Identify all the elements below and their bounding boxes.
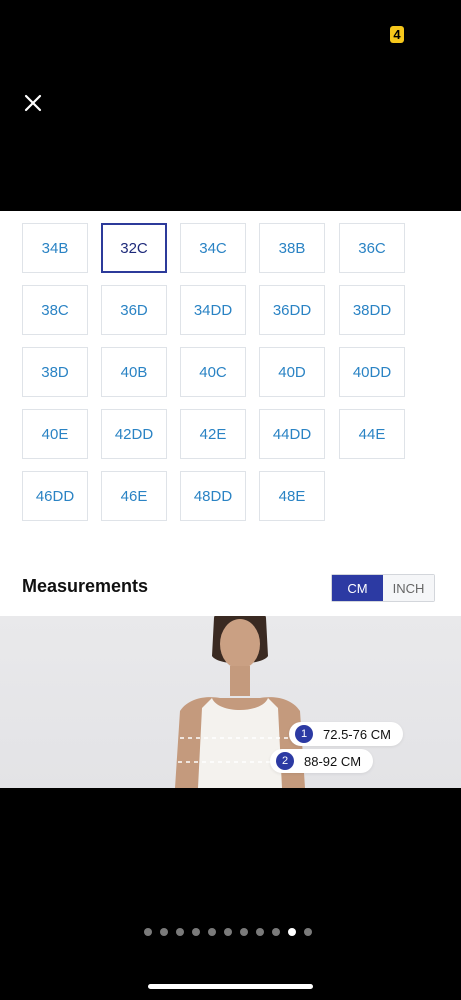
measurement-label-2: 2 88-92 CM (270, 749, 374, 773)
size-option-34c[interactable]: 34C (180, 223, 246, 273)
size-option-48e[interactable]: 48E (259, 471, 325, 521)
size-option-46e[interactable]: 46E (101, 471, 167, 521)
measurement-number-2: 2 (276, 752, 294, 770)
size-option-48dd[interactable]: 48DD (180, 471, 246, 521)
size-option-40e[interactable]: 40E (22, 409, 88, 459)
size-panel: 34B 32C 34C 38B 36C 38C 36D 34DD 36DD 38DD 38D 40B 4… (0, 211, 461, 616)
size-option-38b[interactable]: 38B (259, 223, 325, 273)
measurement-value-2: 88-92 CM (304, 753, 362, 769)
top-bar: 4 (0, 0, 461, 211)
page-indicator (144, 928, 312, 936)
page-dot[interactable] (144, 928, 152, 936)
size-option-36c[interactable]: 36C (339, 223, 405, 273)
size-option-38dd[interactable]: 38DD (339, 285, 405, 335)
size-option-42e[interactable]: 42E (180, 409, 246, 459)
page-dot[interactable] (256, 928, 264, 936)
size-option-44dd[interactable]: 44DD (259, 409, 325, 459)
size-option-40dd[interactable]: 40DD (339, 347, 405, 397)
size-option-34dd[interactable]: 34DD (180, 285, 246, 335)
size-option-42dd[interactable]: 42DD (101, 409, 167, 459)
close-button[interactable] (22, 92, 44, 114)
measurement-label-1: 1 72.5-76 CM (289, 722, 403, 746)
size-option-38d[interactable]: 38D (22, 347, 88, 397)
page-dot[interactable] (224, 928, 232, 936)
page-dot[interactable] (192, 928, 200, 936)
page-dot[interactable] (208, 928, 216, 936)
page-dot[interactable] (240, 928, 248, 936)
page-dot[interactable] (288, 928, 296, 936)
size-option-40c[interactable]: 40C (180, 347, 246, 397)
size-option-36d[interactable]: 36D (101, 285, 167, 335)
unit-inch-button[interactable]: INCH (383, 575, 434, 601)
page-dot[interactable] (304, 928, 312, 936)
model-photo: 1 72.5-76 CM 2 88-92 CM (0, 616, 461, 788)
size-option-32c[interactable]: 32C (101, 223, 167, 273)
page-dot[interactable] (176, 928, 184, 936)
size-option-40b[interactable]: 40B (101, 347, 167, 397)
size-option-38c[interactable]: 38C (22, 285, 88, 335)
size-option-36dd[interactable]: 36DD (259, 285, 325, 335)
size-option-44e[interactable]: 44E (339, 409, 405, 459)
unit-toggle: CM INCH (331, 574, 435, 602)
size-option-46dd[interactable]: 46DD (22, 471, 88, 521)
size-option-34b[interactable]: 34B (22, 223, 88, 273)
measurement-value-1: 72.5-76 CM (323, 726, 391, 742)
notification-badge: 4 (390, 26, 404, 43)
page-dot[interactable] (272, 928, 280, 936)
size-option-40d[interactable]: 40D (259, 347, 325, 397)
home-indicator (148, 984, 313, 989)
measurement-number-1: 1 (295, 725, 313, 743)
unit-cm-button[interactable]: CM (332, 575, 383, 601)
measurements-title: Measurements (22, 576, 149, 596)
page-dot[interactable] (160, 928, 168, 936)
close-icon (24, 94, 42, 112)
